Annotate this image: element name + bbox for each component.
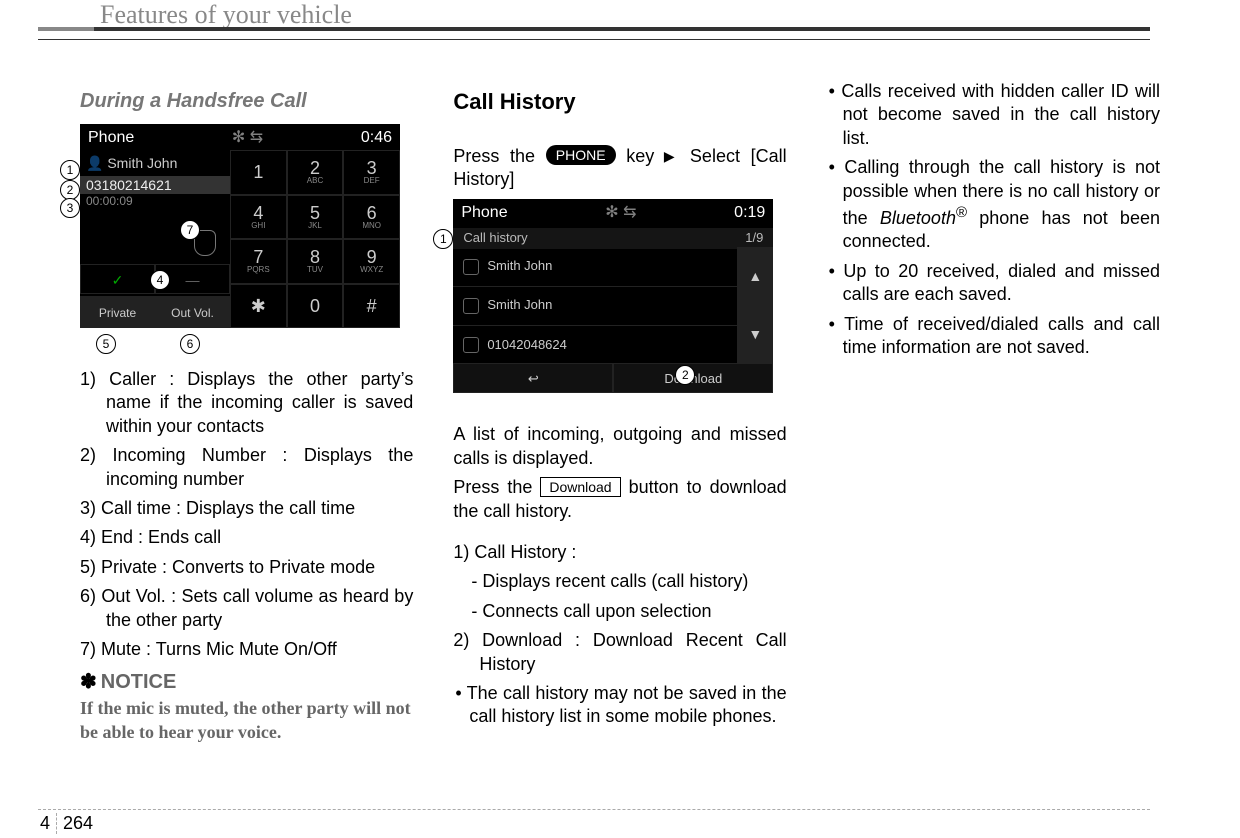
footer-rule [38, 809, 1150, 810]
callhistory-screenshot: Phone ✻ ⇆ 0:19 Call history 1/9 Smith Jo… [453, 199, 773, 393]
phone-number: 03180214621 [80, 176, 230, 194]
history-item-3: 01042048624 [487, 337, 567, 354]
column-2: Call History Press the PHONE key ▶ Selec… [453, 80, 786, 768]
col1-item-5: 5) Private : Converts to Private mode [80, 556, 413, 579]
col1-item-2: 2) Incoming Number : Displays the incomi… [80, 444, 413, 491]
col2-list: 1) Call History : [453, 541, 786, 564]
col1-item-4: 4) End : Ends call [80, 526, 413, 549]
col2-item-1b: - Connects call upon selection [471, 600, 786, 623]
callout-2: 2 [60, 180, 80, 200]
phone-title: Phone [88, 128, 134, 149]
scroll-down-icon: ▼ [737, 305, 773, 363]
col1-list: 1) Caller : Displays the other party’s n… [80, 368, 413, 661]
col1-heading: During a Handsfree Call [80, 88, 413, 114]
phone-time: 00:00:09 [80, 194, 230, 210]
col3-b3: Up to 20 received, dialed and missed cal… [827, 260, 1160, 307]
private-button: Private [80, 296, 155, 328]
column-3: Calls received with hidden caller ID wil… [827, 80, 1160, 768]
col2-item-1a: - Displays recent calls (call history) [471, 570, 786, 593]
callhistory-label: Call history [463, 230, 527, 247]
col3-bullets: Calls received with hidden caller ID wil… [827, 80, 1160, 359]
callout2-1: 1 [433, 229, 453, 249]
callout-7: 7 [180, 220, 200, 240]
history-item-2: Smith John [487, 297, 552, 314]
keypad: 1 2ABC 3DEF 4GHI 5JKL 6MNO 7PQRS 8TUV 9W… [230, 150, 400, 328]
col3-b4: Time of received/dialed calls and call t… [827, 313, 1160, 360]
col2-item-2: 2) Download : Download Recent Call Histo… [453, 629, 786, 676]
callout-1: 1 [60, 160, 80, 180]
content-columns: During a Handsfree Call Phone ✻ ⇆ 0:46 👤… [80, 80, 1160, 768]
download-box: Download [540, 477, 620, 497]
col2-bullet-1: The call history may not be saved in the… [453, 682, 786, 729]
notice-body: If the mic is muted, the other party wil… [80, 697, 413, 744]
notice-label: ✽NOTICE [80, 669, 413, 695]
col2-p1: Press the PHONE key ▶ Select [Call Histo… [453, 145, 786, 192]
back-button: ↩ [453, 363, 613, 393]
col3-b2: Calling through the call history is not … [827, 156, 1160, 254]
col2-p3: Press the Download button to download th… [453, 476, 786, 523]
col1-item-6: 6) Out Vol. : Sets call volume as heard … [80, 585, 413, 632]
callout-4: 4 [150, 270, 170, 290]
footer-page: 4264 [40, 813, 93, 834]
col1-item-1: 1) Caller : Displays the other party’s n… [80, 368, 413, 438]
phone-key-pill: PHONE [546, 145, 616, 165]
col2-p2: A list of incoming, outgoing and missed … [453, 423, 786, 470]
accept-icon: ✓ [80, 264, 155, 294]
manual-page: Features of your vehicle During a Handsf… [0, 0, 1240, 838]
callout-5: 5 [96, 334, 116, 354]
header-title: Features of your vehicle [100, 0, 352, 30]
callhistory-page: 1/9 [745, 230, 763, 247]
callout-3: 3 [60, 198, 80, 218]
outvol-button: Out Vol. [155, 296, 230, 328]
callout-6: 6 [180, 334, 200, 354]
column-1: During a Handsfree Call Phone ✻ ⇆ 0:46 👤… [80, 80, 413, 768]
phone2-clock: 0:19 [734, 203, 765, 224]
phone-clock: 0:46 [361, 128, 392, 149]
history-item-1: Smith John [487, 258, 552, 275]
col2-heading: Call History [453, 88, 786, 117]
col2-item-1: 1) Call History : [453, 541, 786, 564]
col3-b1: Calls received with hidden caller ID wil… [827, 80, 1160, 150]
scroll-up-icon: ▲ [737, 247, 773, 305]
header-rule [38, 27, 1150, 40]
col1-item-7: 7) Mute : Turns Mic Mute On/Off [80, 638, 413, 661]
phone2-title: Phone [461, 203, 507, 224]
col1-item-3: 3) Call time : Displays the call time [80, 497, 413, 520]
phone-caller: Smith John [107, 155, 177, 171]
handsfree-screenshot: Phone ✻ ⇆ 0:46 👤 Smith John 03180214621 … [80, 124, 400, 328]
